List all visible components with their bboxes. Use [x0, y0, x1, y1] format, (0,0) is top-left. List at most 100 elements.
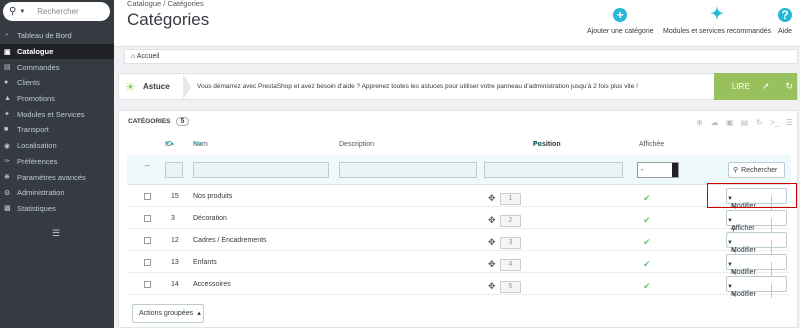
help-button[interactable]: ? Aide — [778, 8, 792, 35]
drag-handle-icon[interactable]: ✥ — [488, 215, 496, 226]
recommended-modules-label: Modules et services recommandés — [663, 28, 772, 35]
export-icon[interactable]: ▣ — [724, 117, 735, 128]
check-icon[interactable]: ✔ — [643, 215, 651, 226]
table-row[interactable]: 12 Cadres / Encadrements ✥ 3 ✔ ✎ Modifier… — [127, 230, 791, 255]
sidebar-item-shipping[interactable]: ■ Transport — [0, 122, 114, 138]
row-position: 1 — [500, 193, 521, 205]
sort-arrows-icon[interactable]: ▼▲ — [165, 141, 175, 147]
bulk-actions-button[interactable]: Actions groupées ▲ — [132, 304, 204, 323]
help-label: Aide — [778, 28, 793, 35]
action-label: Modifier — [731, 291, 756, 298]
read-tip-button[interactable]: LIRE ↗ ↻ — [714, 73, 797, 100]
recommended-modules-button[interactable]: ✦ Modules et services recommandés — [663, 7, 772, 36]
filter-id-input[interactable] — [165, 162, 183, 178]
sidebar-item-advanced[interactable]: ❋ Paramètres avancés — [0, 169, 114, 185]
database-icon[interactable]: ☰ — [784, 117, 795, 128]
row-name: Cadres / Encadrements — [193, 237, 267, 244]
chevron-up-icon: ▲ — [196, 310, 203, 317]
select-arrow[interactable] — [672, 163, 678, 177]
row-id: 12 — [171, 237, 179, 244]
drag-handle-icon[interactable]: ✥ — [488, 259, 496, 270]
image-icon[interactable]: ▤ — [739, 117, 750, 128]
filter-position-input[interactable] — [484, 162, 623, 178]
sort-arrows-icon[interactable]: ▼▲ — [533, 141, 543, 147]
cloud-upload-icon[interactable]: ☁ — [709, 117, 720, 128]
add-icon[interactable]: ⊕ — [694, 117, 705, 128]
row-position: 3 — [500, 237, 521, 249]
row-id: 14 — [171, 281, 179, 288]
sidebar-collapse-handle[interactable]: ☰ — [52, 228, 60, 239]
row-id: 3 — [171, 215, 175, 222]
home-link[interactable]: ⌂ Accueil — [124, 49, 798, 64]
chevron-down-icon[interactable]: ▼ — [19, 9, 25, 15]
chevron-down-icon[interactable]: ▼ — [727, 284, 733, 290]
row-checkbox[interactable] — [144, 193, 151, 200]
chevron-down-icon[interactable]: ▼ — [727, 218, 733, 224]
refresh-icon[interactable]: ↻ — [785, 81, 793, 92]
check-icon[interactable]: ✔ — [643, 237, 651, 248]
filter-name-input[interactable] — [193, 162, 329, 178]
drag-handle-icon[interactable]: ✥ — [488, 281, 496, 292]
drag-handle-icon[interactable]: ✥ — [488, 237, 496, 248]
row-name: Enfants — [193, 259, 217, 266]
sidebar-item-orders[interactable]: ▤ Commandes — [0, 59, 114, 75]
table-row[interactable]: 13 Enfants ✥ 4 ✔ ✎ Modifier ▼ — [127, 252, 791, 277]
truck-icon: ■ — [4, 126, 9, 134]
search-icon[interactable]: ⚲ — [9, 6, 16, 17]
sidebar-item-label: Paramètres avancés — [17, 172, 86, 182]
sidebar-item-label: Transport — [17, 125, 49, 135]
cogs-icon: ❋ — [4, 174, 10, 182]
row-checkbox[interactable] — [144, 215, 151, 222]
drag-handle-icon[interactable]: ✥ — [488, 193, 496, 204]
row-checkbox[interactable] — [144, 281, 151, 288]
sidebar-item-administration[interactable]: ⚙ Administration — [0, 185, 114, 201]
table-row[interactable]: 3 Décoration ✥ 2 ✔ ⚲ Afficher ▼ — [127, 208, 791, 233]
edit-button[interactable]: ✎ Modifier ▼ — [726, 232, 787, 255]
lightbulb-icon: ☀ — [125, 79, 136, 94]
sql-icon[interactable]: >_ — [769, 117, 780, 128]
refresh-icon[interactable]: ↻ — [754, 117, 765, 128]
sidebar-item-catalog[interactable]: ▣ Catalogue — [0, 43, 114, 60]
table-row[interactable]: 14 Accessoires ✥ 5 ✔ ✎ Modifier ▼ — [127, 274, 791, 299]
search-button[interactable]: ⚲ Rechercher — [728, 162, 785, 178]
filter-description-input[interactable] — [339, 162, 477, 178]
megaphone-icon: ▲ — [4, 95, 11, 103]
home-link-label: Accueil — [136, 53, 160, 60]
check-icon[interactable]: ✔ — [643, 281, 651, 292]
breadcrumb: Catalogue / Catégories — [127, 0, 204, 8]
sidebar-item-customers[interactable]: ● Clients — [0, 75, 114, 91]
chevron-down-icon[interactable]: ▼ — [727, 262, 733, 268]
panel-toolbar: ⊕ ☁ ▣ ▤ ↻ >_ ☰ — [694, 117, 795, 128]
table-row[interactable]: 15 Nos produits ✥ 1 ✔ ✎ Modifier ▼ — [127, 186, 791, 211]
check-icon[interactable]: ✔ — [643, 193, 651, 204]
add-category-button[interactable]: + Ajouter une catégorie — [587, 8, 654, 35]
search-button-label: Rechercher — [741, 166, 778, 174]
sidebar-item-modules[interactable]: ✦ Modules et Services — [0, 106, 114, 122]
gear-icon: ⚙ — [4, 189, 11, 197]
sidebar-item-label: Promotions — [17, 94, 55, 104]
row-name: Accessoires — [193, 281, 231, 288]
sidebar-item-label: Modules et Services — [17, 109, 85, 119]
row-checkbox[interactable] — [144, 237, 151, 244]
external-link-icon: ↗ — [761, 81, 770, 91]
view-button[interactable]: ⚲ Afficher ▼ — [726, 210, 787, 233]
check-icon[interactable]: ✔ — [643, 259, 651, 270]
sidebar-item-label: Préférences — [17, 156, 58, 166]
sidebar-item-dashboard[interactable]: ◔ Tableau de Bord — [0, 28, 114, 44]
sidebar-item-preferences[interactable]: ✑ Préférences — [0, 154, 114, 170]
search-input[interactable]: Rechercher — [37, 7, 78, 16]
sidebar-nav: ◔ Tableau de Bord ▣ Catalogue ▤ Commandes ●… — [0, 28, 114, 216]
chevron-down-icon[interactable]: ▼ — [727, 240, 733, 246]
search-box[interactable]: ⚲ ▼ Rechercher — [3, 2, 110, 21]
add-category-label: Ajouter une catégorie — [587, 28, 654, 35]
sidebar-item-label: Administration — [17, 188, 65, 198]
sidebar-item-stats[interactable]: ▩ Statistiques — [0, 201, 114, 217]
edit-button[interactable]: ✎ Modifier ▼ — [726, 276, 787, 299]
sidebar-item-localization[interactable]: ◉ Localisation — [0, 138, 114, 154]
row-checkbox[interactable] — [144, 259, 151, 266]
filter-displayed-select[interactable]: - — [637, 162, 679, 178]
sort-arrows-icon[interactable]: ▼▲ — [193, 141, 203, 147]
sidebar-item-promotions[interactable]: ▲ Promotions — [0, 91, 114, 107]
edit-button[interactable]: ✎ Modifier ▼ — [726, 254, 787, 277]
row-position: 5 — [500, 281, 521, 293]
